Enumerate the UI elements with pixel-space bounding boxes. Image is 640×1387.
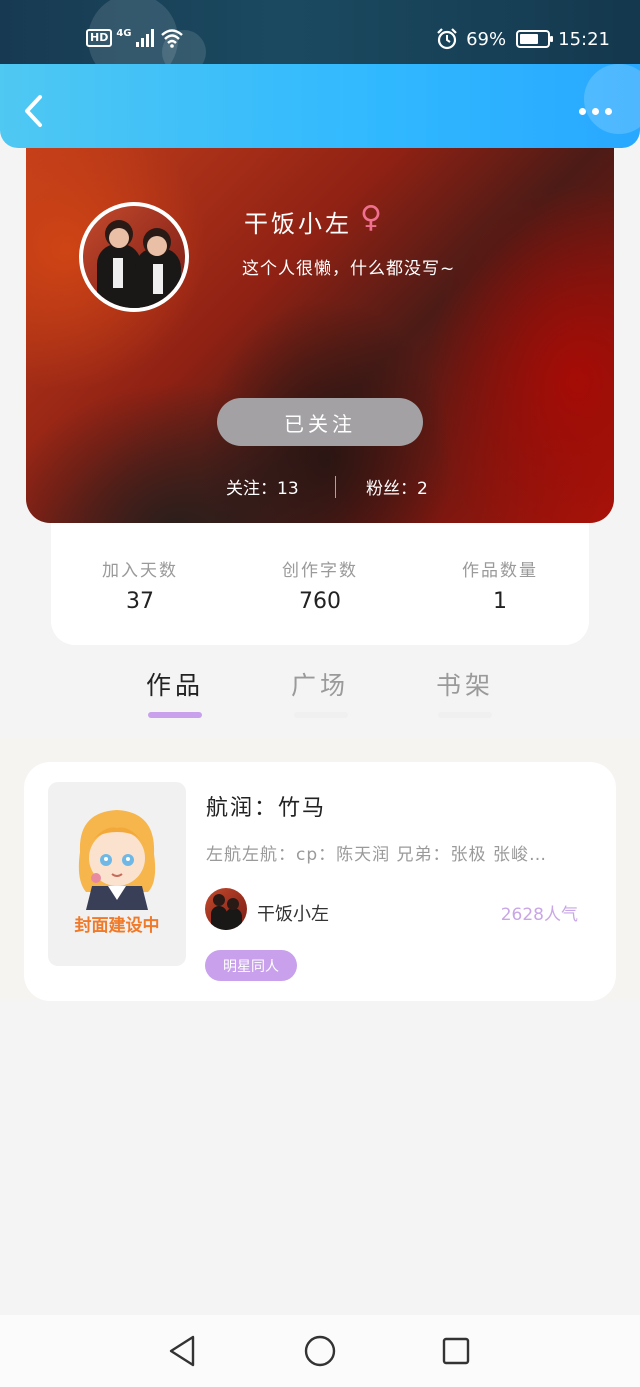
avatar-figure	[113, 258, 123, 288]
status-bar: HD 4G 69% 15:21	[0, 0, 640, 84]
stat-label: 作品数量	[462, 561, 538, 581]
header-decoration	[584, 64, 640, 134]
following-label: 关注：	[226, 479, 277, 499]
more-button[interactable]	[579, 108, 612, 115]
author-name[interactable]: 干饭小左	[257, 900, 329, 926]
cover-illustration	[78, 810, 156, 910]
stat-label: 加入天数	[102, 561, 178, 581]
nav-recents-button[interactable]	[436, 1333, 476, 1369]
follow-button[interactable]: 已关注	[217, 398, 423, 446]
top-header	[0, 64, 640, 148]
battery-icon	[516, 30, 554, 48]
network-generation: 4G	[116, 27, 132, 39]
battery-percent: 69%	[466, 28, 507, 50]
wifi-icon	[160, 29, 183, 48]
nav-home-button[interactable]	[300, 1333, 340, 1369]
popularity: 2628人气	[500, 905, 578, 925]
work-title: 航润：竹马	[206, 796, 327, 821]
nav-recents-square-icon	[442, 1337, 470, 1365]
avatar-figure	[225, 908, 242, 930]
status-bar-network: HD 4G	[86, 26, 184, 50]
more-dots-icon	[592, 108, 599, 115]
avatar-figure	[227, 898, 239, 910]
fans-label: 粉丝：	[366, 479, 417, 499]
battery-level	[520, 34, 539, 44]
tab-works[interactable]: 作品	[125, 666, 225, 702]
status-bar-system: 69% 15:21	[436, 26, 610, 52]
profile-banner: 干饭小左 ♀ 这个人很懒，什么都没写~ 已关注 关注：13 粉丝：2	[26, 130, 614, 523]
tab-square[interactable]: 广场	[270, 666, 370, 702]
system-nav-bar	[0, 1315, 640, 1387]
work-description: 左航左航：cp：陈天润 兄弟：张极 张峻…	[206, 845, 547, 865]
following-count[interactable]: 关注：13	[226, 474, 299, 499]
fans-count[interactable]: 粉丝：2	[366, 474, 428, 499]
back-arrow-icon	[25, 95, 42, 127]
category-tag[interactable]: 明星同人	[205, 950, 297, 981]
following-value: 13	[277, 479, 299, 499]
signal-icon	[135, 29, 154, 47]
fans-value: 2	[417, 479, 428, 499]
back-button[interactable]	[22, 94, 50, 128]
stat-label: 创作字数	[282, 561, 358, 581]
female-icon: ♀	[360, 200, 382, 235]
hd-badge: HD	[86, 29, 113, 47]
nav-back-triangle-icon	[169, 1335, 195, 1367]
more-dots-icon	[605, 108, 612, 115]
tab-bookshelf[interactable]: 书架	[415, 666, 515, 702]
stat-value: 1	[493, 589, 507, 614]
avatar[interactable]	[79, 202, 189, 312]
tab-bookshelf-underline	[438, 712, 492, 718]
avatar-figure	[213, 894, 225, 906]
avatar-figure	[153, 264, 163, 294]
divider	[335, 476, 336, 498]
stat-value: 37	[126, 589, 154, 614]
stat-join-days: 加入天数 37	[80, 556, 200, 614]
tab-bar: 作品 广场 书架	[0, 660, 640, 730]
stat-works-count: 作品数量 1	[440, 556, 560, 614]
clock: 15:21	[558, 28, 610, 50]
tab-square-underline	[294, 712, 348, 718]
author-avatar[interactable]	[205, 888, 247, 930]
signature: 这个人很懒，什么都没写~	[242, 259, 456, 279]
stat-value: 760	[299, 589, 341, 614]
avatar-figure	[147, 236, 167, 256]
nav-back-button[interactable]	[162, 1333, 202, 1369]
more-dots-icon	[579, 108, 586, 115]
stat-word-count: 创作字数 760	[260, 556, 380, 614]
avatar-figure	[109, 228, 129, 248]
work-card[interactable]: 封面建设中 航润：竹马 左航左航：cp：陈天润 兄弟：张极 张峻… 干饭小左 2…	[24, 762, 616, 1001]
nickname: 干饭小左	[244, 210, 352, 238]
alarm-icon	[437, 28, 457, 50]
follow-counts: 关注：13 粉丝：2	[26, 474, 614, 500]
nav-home-circle-icon	[304, 1335, 336, 1367]
cover-placeholder-text: 封面建设中	[74, 916, 160, 936]
tab-works-underline	[148, 712, 202, 718]
work-cover: 封面建设中	[48, 782, 186, 966]
